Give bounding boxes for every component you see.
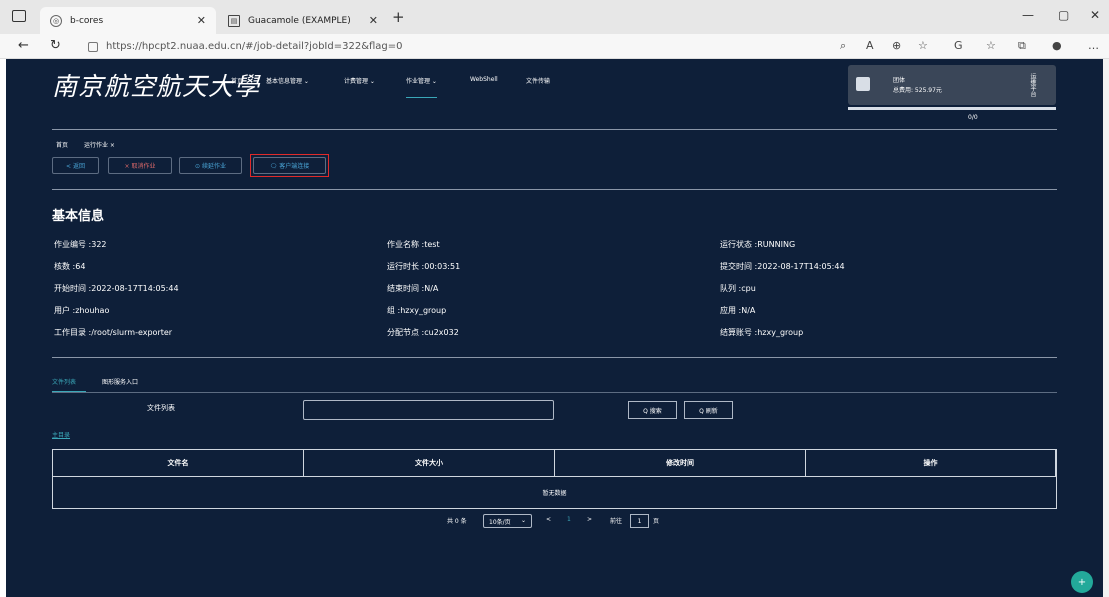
- page-number[interactable]: 1: [567, 516, 571, 523]
- account-side-label: 运维平台: [1029, 73, 1036, 97]
- tab-graphics-entry[interactable]: 图形服务入口: [102, 377, 138, 386]
- close-window-button[interactable]: ✕: [1090, 8, 1100, 22]
- divider: [52, 392, 1057, 393]
- info-work-dir: 工作目录 :/root/slurm-exporter: [54, 328, 173, 337]
- page-size-select[interactable]: 10条/页 ⌄: [483, 514, 532, 528]
- nav-billing[interactable]: 计费管理 ⌄: [344, 76, 375, 85]
- site-icon: ◎: [50, 14, 62, 27]
- column-header-modified[interactable]: 修改时间: [555, 450, 806, 476]
- divider: [52, 189, 1057, 190]
- goto-suffix: 页: [653, 518, 660, 525]
- highlight-box: [250, 154, 329, 177]
- restore-button[interactable]: ▢: [1058, 8, 1069, 22]
- goto-label: 前往: [610, 518, 623, 525]
- file-search-input[interactable]: [303, 400, 554, 420]
- more-icon[interactable]: …: [1088, 39, 1099, 52]
- usage-progress-bar: [848, 107, 1056, 110]
- tab-title: Guacamole (EXAMPLE): [248, 15, 351, 26]
- info-job-name: 作业名称 :test: [387, 240, 440, 249]
- lock-icon: [88, 41, 98, 52]
- nav-home[interactable]: 首页: [231, 76, 243, 85]
- tab-title: b-cores: [70, 15, 104, 26]
- minimize-button[interactable]: —: [1022, 8, 1034, 22]
- address-bar: ← ↻ https://hpcpt2.nuaa.edu.cn/#/job-det…: [0, 34, 1109, 59]
- account-name: 团体: [893, 77, 906, 84]
- column-header-filename[interactable]: 文件名: [53, 450, 304, 476]
- page-size-value: 10条/页: [489, 518, 511, 526]
- university-logo[interactable]: 南京航空航天大學: [52, 67, 260, 103]
- back-button[interactable]: < 返回: [52, 157, 99, 174]
- next-page-button[interactable]: >: [587, 516, 592, 523]
- info-end-time: 结束时间 :N/A: [387, 284, 439, 293]
- nav-job-management[interactable]: 作业管理 ⌄: [406, 76, 437, 98]
- page-scrollbar[interactable]: [1103, 59, 1109, 597]
- nav-webshell[interactable]: WebShell: [470, 76, 498, 83]
- root-directory-link[interactable]: 主目录: [52, 430, 70, 439]
- prev-page-button[interactable]: <: [546, 516, 551, 523]
- cancel-job-button[interactable]: × 取消作业: [108, 157, 172, 174]
- document-icon: ▤: [228, 14, 240, 27]
- favorite-add-icon[interactable]: ☆: [918, 39, 928, 52]
- info-run-duration: 运行时长 :00:03:51: [387, 262, 461, 271]
- reload-icon[interactable]: ↻: [50, 38, 61, 53]
- tab-guacamole[interactable]: ▤ Guacamole (EXAMPLE) ✕: [218, 7, 388, 34]
- new-tab-button[interactable]: +: [392, 8, 405, 26]
- column-header-actions: 操作: [806, 450, 1056, 476]
- close-icon[interactable]: ✕: [369, 14, 378, 27]
- section-title: 基本信息: [52, 209, 105, 224]
- info-user: 用户 :zhouhao: [54, 306, 110, 315]
- read-aloud-icon[interactable]: A: [866, 39, 874, 52]
- file-table: 文件名 文件大小 修改时间 操作 暂无数据: [52, 449, 1057, 509]
- info-queue: 队列 :cpu: [720, 284, 756, 293]
- tab-file-list[interactable]: 文件列表: [52, 377, 76, 386]
- avatar: [856, 77, 870, 91]
- tab-b-cores[interactable]: ◎ b-cores ✕: [40, 7, 216, 34]
- extend-job-button[interactable]: ⊙ 续延作业: [179, 157, 242, 174]
- goto-page-input[interactable]: 1: [630, 514, 649, 528]
- nav-basic-info[interactable]: 基本信息管理 ⌄: [266, 76, 309, 85]
- column-header-filesize[interactable]: 文件大小: [304, 450, 555, 476]
- info-application: 应用 :N/A: [720, 306, 756, 315]
- table-empty-row: 暂无数据: [53, 476, 1056, 508]
- chevron-down-icon: ⌄: [520, 517, 526, 524]
- url-field[interactable]: https://hpcpt2.nuaa.edu.cn/#/job-detail?…: [88, 37, 828, 56]
- refresh-button[interactable]: Q 刷新: [684, 401, 733, 419]
- info-nodes: 分配节点 :cu2x032: [387, 328, 459, 337]
- url-text: https://hpcpt2.nuaa.edu.cn/#/job-detail?…: [106, 41, 403, 52]
- nav-file-transfer[interactable]: 文件传输: [526, 76, 550, 85]
- back-arrow-icon[interactable]: ←: [18, 38, 29, 53]
- info-account: 结算账号 :hzxy_group: [720, 328, 804, 337]
- page-content: 南京航空航天大學 首页 基本信息管理 ⌄ 计费管理 ⌄ 作业管理 ⌄ WebSh…: [6, 59, 1103, 597]
- account-card[interactable]: 团体 总费用: 525.97元 运维平台: [848, 65, 1056, 105]
- floating-action-button[interactable]: +: [1071, 571, 1093, 593]
- tab-actions-icon[interactable]: [12, 10, 26, 22]
- account-fee: 总费用: 525.97元: [893, 87, 942, 94]
- info-status: 运行状态 :RUNNING: [720, 240, 796, 249]
- info-group: 组 :hzxy_group: [387, 306, 447, 315]
- file-list-label: 文件列表: [147, 404, 175, 412]
- info-job-id: 作业编号 :322: [54, 240, 107, 249]
- tab-strip: ◎ b-cores ✕ ▤ Guacamole (EXAMPLE) ✕ + — …: [0, 0, 1109, 34]
- info-start-time: 开始时间 :2022-08-17T14:05:44: [54, 284, 179, 293]
- info-cores: 核数 :64: [54, 262, 86, 271]
- browser-window: ◎ b-cores ✕ ▤ Guacamole (EXAMPLE) ✕ + — …: [0, 0, 1109, 597]
- profile-icon[interactable]: ●: [1052, 39, 1062, 52]
- divider: [52, 129, 1057, 130]
- info-submit-time: 提交时间 :2022-08-17T14:05:44: [720, 262, 845, 271]
- favorites-icon[interactable]: ☆: [986, 39, 996, 52]
- pagination-total: 共 0 条: [447, 518, 467, 525]
- breadcrumb-running-job[interactable]: 运行作业 ×: [84, 140, 115, 149]
- zoom-icon[interactable]: ⊕: [892, 39, 901, 52]
- refresh-extension-icon[interactable]: G: [954, 39, 963, 52]
- collections-icon[interactable]: ⧉: [1018, 39, 1026, 53]
- search-icon[interactable]: ⌕: [840, 39, 846, 53]
- breadcrumb-home[interactable]: 首页: [56, 140, 68, 149]
- usage-progress-label: 0/0: [968, 114, 978, 121]
- close-icon[interactable]: ✕: [197, 14, 206, 27]
- search-button[interactable]: Q 搜索: [628, 401, 677, 419]
- divider: [52, 357, 1057, 358]
